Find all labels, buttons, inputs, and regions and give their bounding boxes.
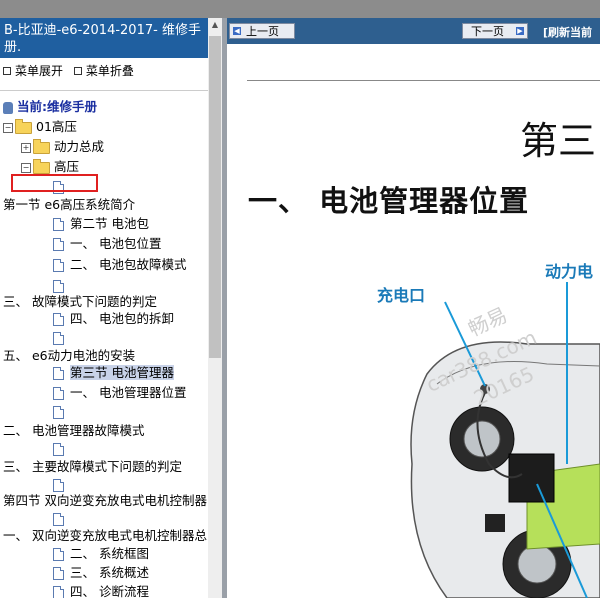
document-icon <box>53 313 64 326</box>
tree-leaf[interactable] <box>53 329 70 347</box>
document-icon <box>53 406 64 419</box>
tree-leaf[interactable]: 二、 电池管理器故障模式 <box>3 422 144 440</box>
tree-leaf[interactable] <box>53 510 70 528</box>
left-arrow-icon: ◀ <box>233 27 241 35</box>
left-scrollbar[interactable]: ▲ <box>208 18 222 598</box>
tree-leaf[interactable]: 第一节 e6高压系统简介 <box>3 196 135 214</box>
tree-leaf[interactable]: 三、 主要故障模式下问题的判定 <box>3 458 182 476</box>
document-icon <box>53 479 64 492</box>
tree-leaf[interactable]: 一、 双向逆变充放电式电机控制器总 <box>3 527 207 545</box>
document-icon <box>53 259 64 272</box>
folder-icon <box>33 138 50 154</box>
document-icon <box>53 548 64 561</box>
document-icon <box>53 586 64 598</box>
tree-leaf[interactable]: 二、 系统框图 <box>53 545 149 563</box>
next-page-button[interactable]: 下一页 ▶ <box>462 23 528 39</box>
front-rim <box>463 420 501 458</box>
tree-leaf[interactable]: 一、 电池管理器位置 <box>53 384 186 402</box>
collapse-toggle-icon[interactable]: − <box>3 122 13 133</box>
menu-controls: 菜单展开 菜单折叠 <box>0 62 208 79</box>
scroll-up-arrow-icon[interactable]: ▲ <box>208 18 222 32</box>
document-icon <box>53 280 64 293</box>
tree-leaf[interactable]: 三、 故障模式下问题的判定 <box>3 293 157 311</box>
chapter-title: 第三 <box>520 119 597 163</box>
connector-block <box>485 514 505 532</box>
tree-leaf[interactable]: 五、 e6动力电池的安装 <box>3 347 135 365</box>
label-charge-port: 充电口 <box>377 286 426 305</box>
document-icon <box>53 332 64 345</box>
document-icon <box>53 218 64 231</box>
manual-icon <box>3 101 13 114</box>
tree-leaf[interactable] <box>53 440 70 458</box>
section-heading: 一、 电池管理器位置 <box>248 184 530 218</box>
collapse-square-icon <box>73 67 82 75</box>
right-arrow-icon: ▶ <box>516 27 524 35</box>
tree-leaf[interactable]: 二、 电池包故障模式 <box>53 256 186 274</box>
label-power-battery: 动力电 <box>545 262 594 281</box>
folder-open-icon <box>15 118 32 134</box>
separator <box>0 90 208 91</box>
menu-collapse-link[interactable]: 菜单折叠 <box>86 64 134 78</box>
tree-leaf[interactable]: 三、 系统概述 <box>53 564 149 582</box>
tree-current: 当前:维修手册 <box>3 98 97 116</box>
tree-leaf[interactable]: 四、 诊断流程 <box>53 583 149 598</box>
document-icon <box>53 387 64 400</box>
document-icon <box>53 238 64 251</box>
prev-page-button[interactable]: ◀ 上一页 <box>229 23 295 39</box>
content-pane: 第三 一、 电池管理器位置 充电口 动力电 畅易 car388.com 2016… <box>227 44 600 598</box>
top-strip <box>0 0 600 18</box>
tree-leaf[interactable]: 第四节 双向逆变充放电式电机控制器 <box>3 492 207 510</box>
battery-manager-module <box>508 453 555 503</box>
highlight-box <box>11 174 98 192</box>
tree-node-donglizongcheng[interactable]: + 动力总成 <box>21 138 104 156</box>
refresh-link[interactable]: [刷新当前 <box>543 24 592 40</box>
tree-leaf[interactable]: 四、 电池包的拆卸 <box>53 310 174 328</box>
tree-leaf[interactable] <box>53 403 70 421</box>
document-icon <box>53 443 64 456</box>
scroll-thumb[interactable] <box>209 36 221 358</box>
tree-node-01gaoya[interactable]: −01高压 <box>3 118 77 136</box>
left-pane: B-比亚迪-e6-2014-2017- 维修手册. 菜单展开 菜单折叠 当前:维… <box>0 18 222 598</box>
rear-rim <box>517 544 557 584</box>
menu-expand-link[interactable]: 菜单展开 <box>15 64 63 78</box>
tree-leaf-selected[interactable]: 第三节 电池管理器 <box>53 364 174 382</box>
expand-square-icon <box>3 67 11 75</box>
document-icon <box>53 567 64 580</box>
folder-open-icon <box>33 158 50 174</box>
manual-title: B-比亚迪-e6-2014-2017- 维修手册. <box>0 18 208 58</box>
tree-leaf[interactable]: 第二节 电池包 <box>53 215 149 233</box>
expand-toggle-icon[interactable]: + <box>21 142 31 153</box>
document-icon <box>53 367 64 380</box>
tree-leaf[interactable]: 一、 电池包位置 <box>53 235 161 253</box>
collapse-toggle-icon[interactable]: − <box>21 162 31 173</box>
document-icon <box>53 513 64 526</box>
